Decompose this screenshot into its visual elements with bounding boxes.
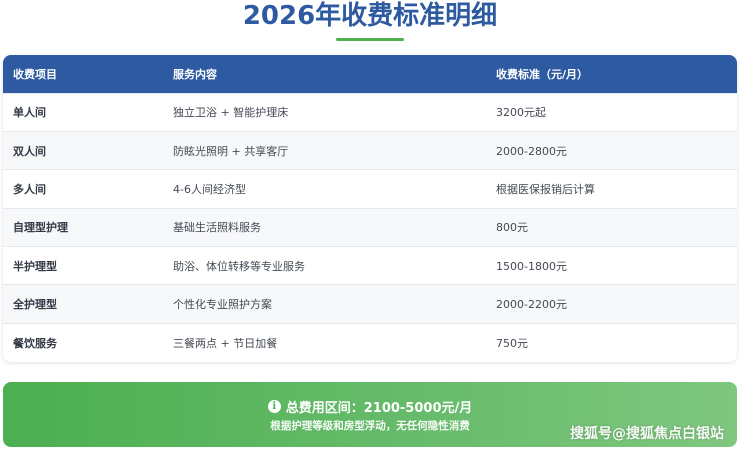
row-service: 三餐两点 + 节日加餐 <box>173 336 278 350</box>
row-service: 助浴、体位转移等专业服务 <box>173 259 305 273</box>
total-cost-text: 总费用区间：2100-5000元/月 <box>285 401 473 416</box>
row-service: 4-6人间经济型 <box>173 182 246 196</box>
row-item: 餐饮服务 <box>13 336 57 350</box>
title-underline <box>336 38 404 41</box>
row-price: 800元 <box>496 221 528 235</box>
row-item: 双人间 <box>13 144 46 158</box>
row-item: 半护理型 <box>13 259 57 273</box>
row-price: 3200元起 <box>496 106 546 120</box>
row-item: 单人间 <box>13 106 46 120</box>
row-service: 基础生活照料服务 <box>173 221 261 235</box>
row-price: 2000-2800元 <box>496 144 567 158</box>
page-title: 2026年收费标准明细 <box>242 1 498 31</box>
fee-table-card: 收费项目 服务内容 收费标准（元/月） 单人间 独立卫浴 + 智能护理床 320… <box>3 55 737 362</box>
header-item: 收费项目 <box>13 67 57 81</box>
row-price: 750元 <box>496 336 528 350</box>
header-service: 服务内容 <box>173 67 217 81</box>
row-item: 自理型护理 <box>13 221 68 235</box>
total-cost-line: i 总费用区间：2100-5000元/月 <box>3 397 737 416</box>
table-row: 全护理型 个性化专业照护方案 2000-2200元 <box>3 284 737 324</box>
row-price: 根据医保报销后计算 <box>496 182 595 196</box>
fee-table: 收费项目 服务内容 收费标准（元/月） 单人间 独立卫浴 + 智能护理床 320… <box>3 55 737 362</box>
row-price: 2000-2200元 <box>496 298 567 312</box>
header-price: 收费标准（元/月） <box>496 67 589 81</box>
table-row: 双人间 防眩光照明 + 共享客厅 2000-2800元 <box>3 131 737 170</box>
row-service: 个性化专业照护方案 <box>173 298 272 312</box>
row-item: 多人间 <box>13 182 46 196</box>
table-header-row: 收费项目 服务内容 收费标准（元/月） <box>3 55 737 93</box>
table-row: 单人间 独立卫浴 + 智能护理床 3200元起 <box>3 93 737 132</box>
table-row: 自理型护理 基础生活照料服务 800元 <box>3 208 737 247</box>
row-item: 全护理型 <box>13 298 57 312</box>
info-icon: i <box>267 400 281 413</box>
table-row: 餐饮服务 三餐两点 + 节日加餐 750元 <box>3 323 737 362</box>
watermark: 搜狐号@搜狐焦点白银站 <box>570 426 724 442</box>
row-service: 独立卫浴 + 智能护理床 <box>173 106 289 120</box>
table-row: 多人间 4-6人间经济型 根据医保报销后计算 <box>3 169 737 209</box>
row-price: 1500-1800元 <box>496 259 567 273</box>
table-row: 半护理型 助浴、体位转移等专业服务 1500-1800元 <box>3 246 737 285</box>
row-service: 防眩光照明 + 共享客厅 <box>173 144 289 158</box>
